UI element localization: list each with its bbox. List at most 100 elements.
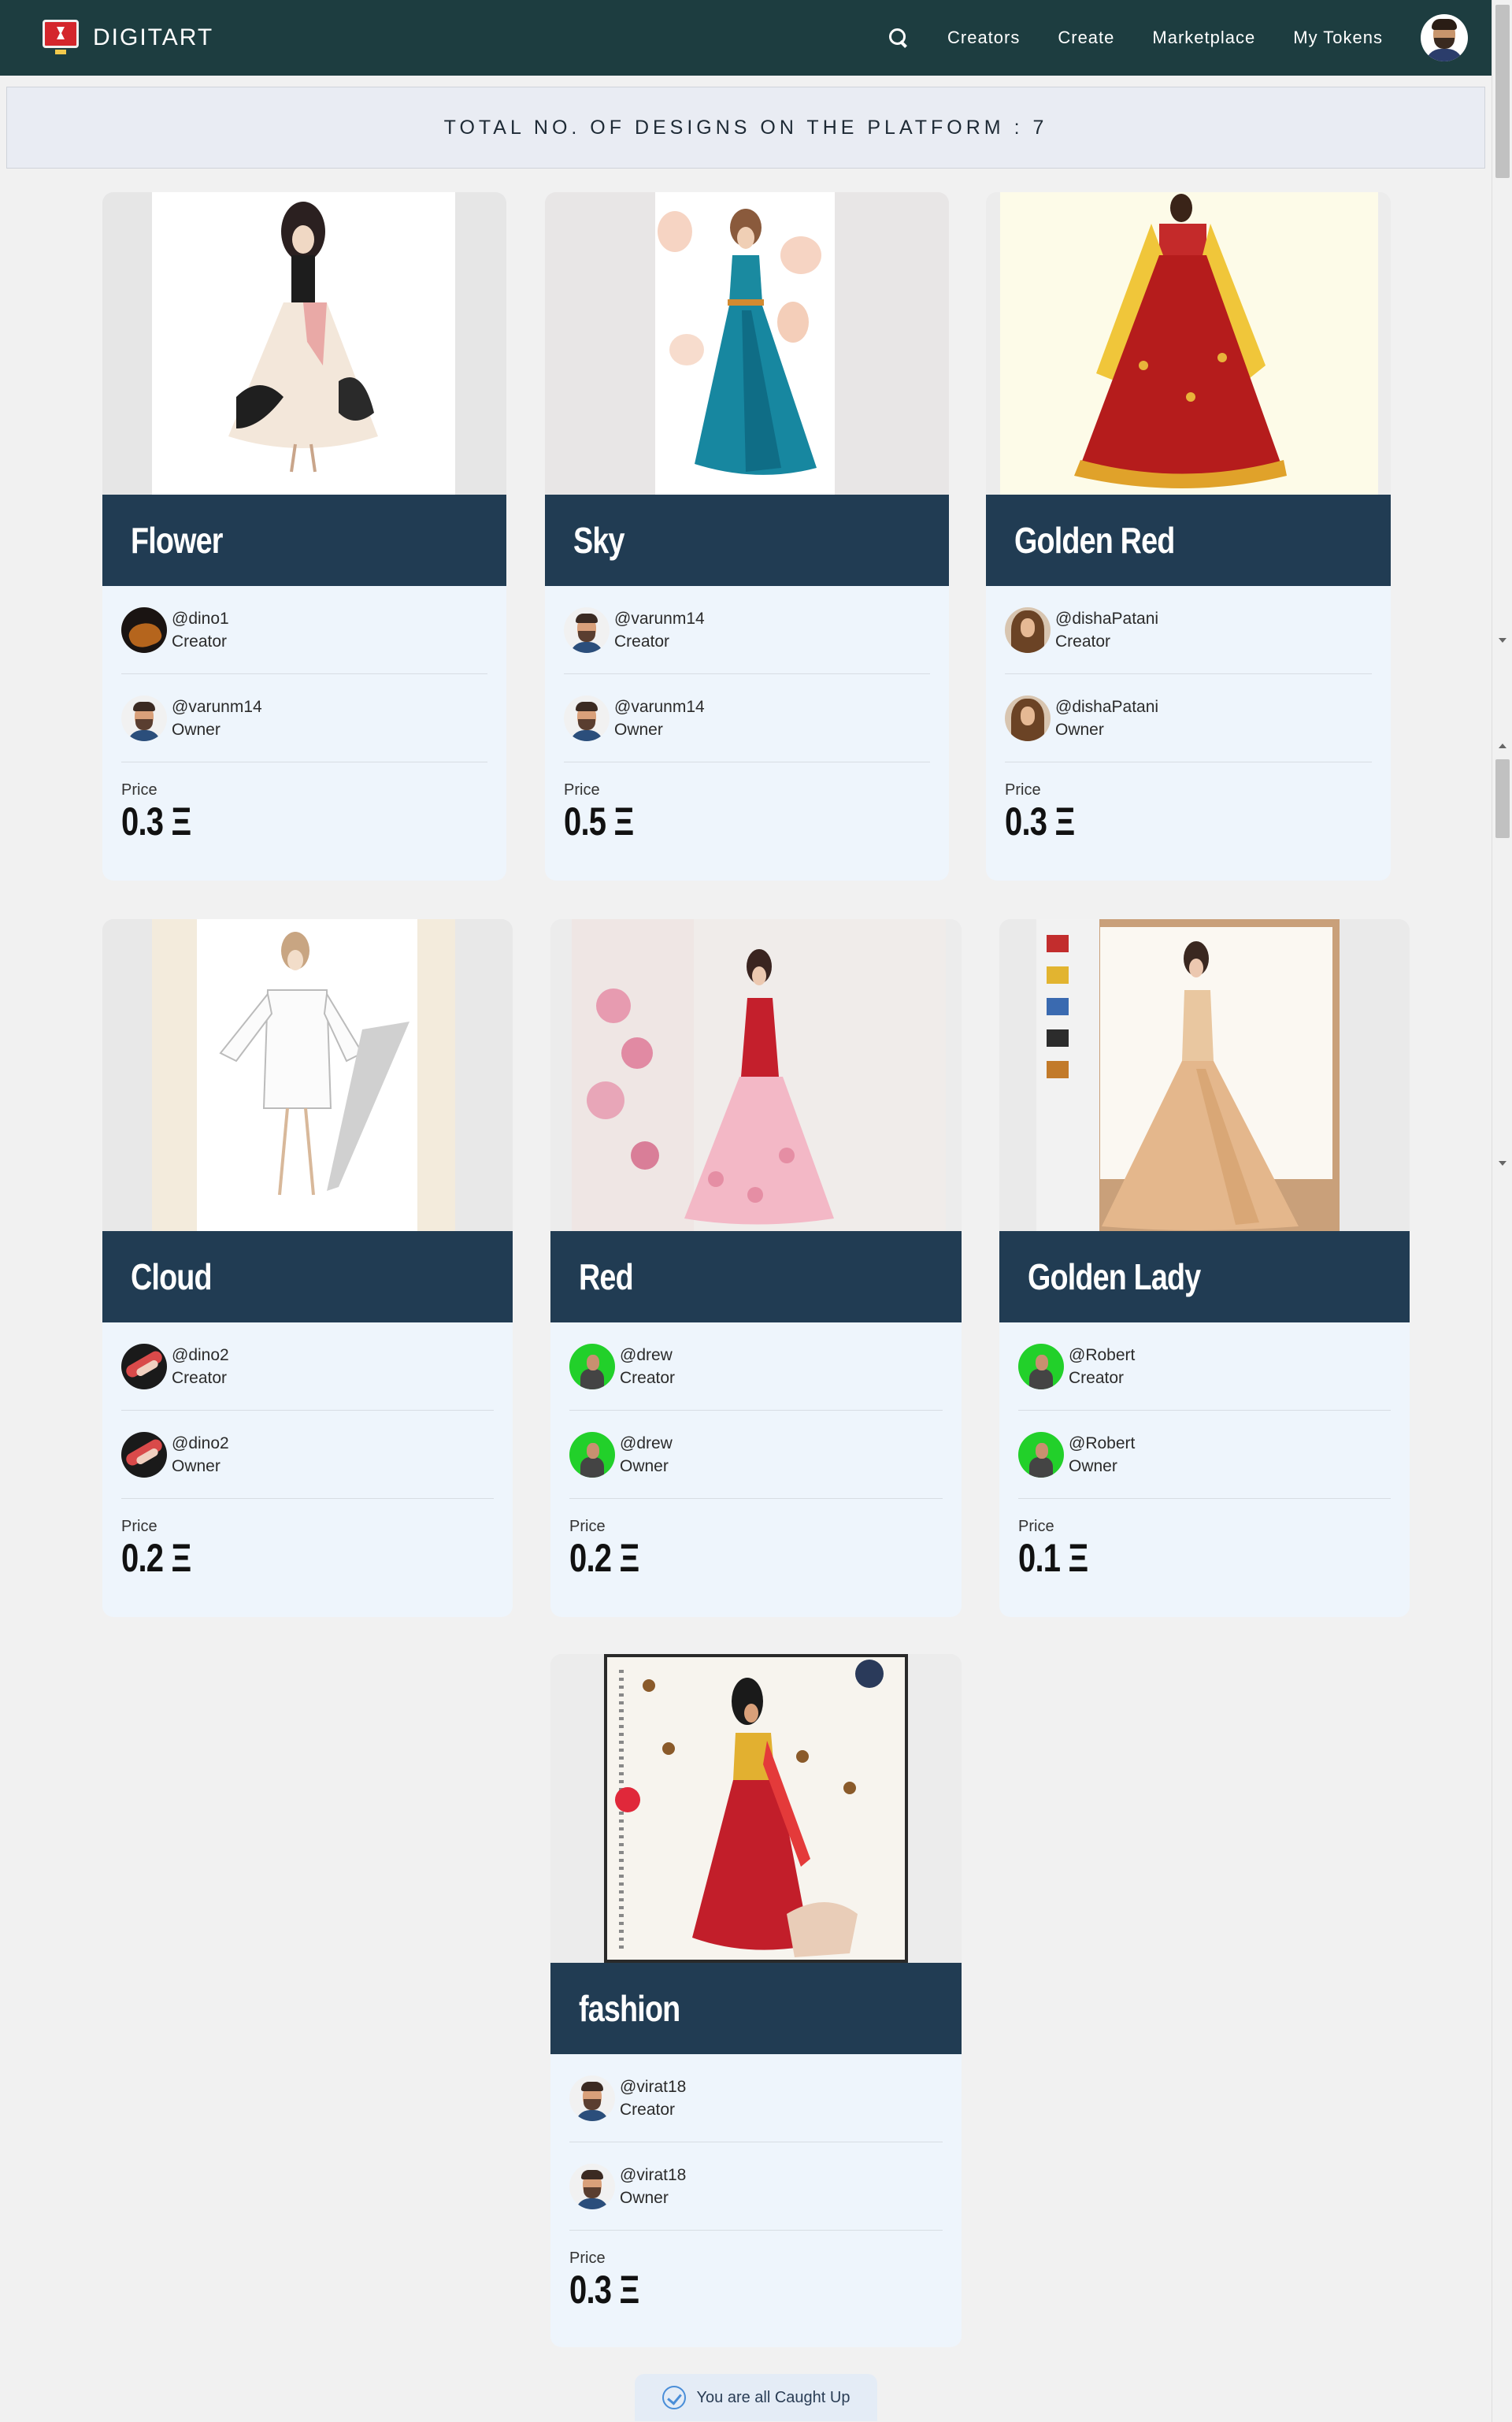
scrollbar-thumb-secondary[interactable] bbox=[1495, 759, 1510, 838]
top-navbar: DIGITART Creators Create Marketplace My … bbox=[0, 0, 1492, 76]
creator-avatar[interactable] bbox=[564, 606, 610, 653]
owner-handle[interactable]: @drew bbox=[620, 1432, 673, 1456]
creator-avatar[interactable] bbox=[121, 1343, 167, 1389]
creator-row[interactable]: @virat18 Creator bbox=[569, 2054, 943, 2142]
scroll-up-arrow-icon[interactable] bbox=[1499, 744, 1506, 748]
search-icon[interactable] bbox=[884, 24, 913, 52]
owner-handle[interactable]: @dishaPatani bbox=[1055, 695, 1158, 719]
creator-role-label: Creator bbox=[1069, 1368, 1125, 1387]
card-title-bar: Golden Lady bbox=[999, 1231, 1410, 1322]
caught-up-text: You are all Caught Up bbox=[696, 2388, 850, 2406]
design-card[interactable]: fashion @virat18 Creator @virat18 Owner … bbox=[550, 1654, 962, 2347]
creator-avatar[interactable] bbox=[569, 2075, 615, 2121]
creator-role-label: Creator bbox=[172, 632, 228, 651]
price-label: Price bbox=[1018, 1518, 1054, 1535]
price-label: Price bbox=[564, 781, 600, 799]
creator-handle[interactable]: @Robert bbox=[1069, 1344, 1135, 1367]
price-value: 0.3 Ξ bbox=[1005, 799, 1075, 844]
scrollbar-thumb[interactable] bbox=[1495, 5, 1510, 178]
owner-avatar[interactable] bbox=[1018, 1431, 1064, 1478]
owner-avatar[interactable] bbox=[1005, 695, 1051, 741]
creator-row[interactable]: @varunm14 Creator bbox=[564, 586, 930, 674]
card-title-bar: Sky bbox=[545, 495, 949, 586]
creator-handle[interactable]: @virat18 bbox=[620, 2075, 686, 2099]
owner-handle[interactable]: @Robert bbox=[1069, 1432, 1135, 1456]
price-label: Price bbox=[121, 1518, 158, 1535]
nav-link-my-tokens[interactable]: My Tokens bbox=[1293, 28, 1383, 48]
owner-avatar[interactable] bbox=[121, 1431, 167, 1478]
design-card[interactable]: Red @drew Creator @drew Owner Price 0.2 … bbox=[550, 919, 962, 1617]
creator-avatar[interactable] bbox=[569, 1343, 615, 1389]
owner-avatar[interactable] bbox=[569, 1431, 615, 1478]
creator-avatar[interactable] bbox=[1005, 606, 1051, 653]
creator-row[interactable]: @drew Creator bbox=[569, 1322, 943, 1411]
price-value: 0.1 Ξ bbox=[1018, 1536, 1088, 1580]
creator-handle[interactable]: @dino1 bbox=[172, 607, 229, 631]
design-card[interactable]: Golden Red @dishaPatani Creator @dishaPa… bbox=[986, 192, 1391, 881]
creator-row[interactable]: @dishaPatani Creator bbox=[1005, 586, 1372, 674]
creator-row[interactable]: @dino1 Creator bbox=[121, 586, 487, 674]
design-card[interactable]: Cloud @dino2 Creator @dino2 Owner Price … bbox=[102, 919, 513, 1617]
creator-row[interactable]: @Robert Creator bbox=[1018, 1322, 1391, 1411]
design-image[interactable] bbox=[545, 192, 949, 495]
creator-row[interactable]: @dino2 Creator bbox=[121, 1322, 494, 1411]
price-value: 0.3 Ξ bbox=[121, 799, 191, 844]
owner-handle[interactable]: @dino2 bbox=[172, 1432, 229, 1456]
owner-avatar[interactable] bbox=[564, 695, 610, 741]
card-title: Golden Red bbox=[1014, 520, 1175, 561]
price-value: 0.3 Ξ bbox=[569, 2268, 639, 2312]
creator-role-label: Creator bbox=[620, 1368, 676, 1387]
user-avatar[interactable] bbox=[1421, 14, 1468, 61]
owner-role-label: Owner bbox=[1069, 1456, 1117, 1475]
brand[interactable]: DIGITART bbox=[41, 20, 213, 56]
owner-role-label: Owner bbox=[172, 720, 220, 739]
owner-handle[interactable]: @varunm14 bbox=[614, 695, 705, 719]
owner-row[interactable]: @virat18 Owner bbox=[569, 2142, 943, 2231]
design-image[interactable] bbox=[102, 919, 513, 1231]
scroll-down-arrow-icon[interactable] bbox=[1499, 1161, 1506, 1166]
scroll-down-arrow-icon[interactable] bbox=[1499, 638, 1506, 643]
owner-row[interactable]: @varunm14 Owner bbox=[564, 674, 930, 762]
owner-role-label: Owner bbox=[620, 2188, 669, 2207]
price-label: Price bbox=[121, 781, 158, 799]
design-image[interactable] bbox=[550, 919, 962, 1231]
creator-role-label: Creator bbox=[172, 1368, 228, 1387]
price-value: 0.2 Ξ bbox=[121, 1536, 191, 1580]
design-card[interactable]: Golden Lady @Robert Creator @Robert Owne… bbox=[999, 919, 1410, 1617]
creator-role-label: Creator bbox=[614, 632, 670, 651]
price-value: 0.2 Ξ bbox=[569, 1536, 639, 1580]
owner-avatar[interactable] bbox=[121, 695, 167, 741]
creator-handle[interactable]: @drew bbox=[620, 1344, 675, 1367]
creator-handle[interactable]: @varunm14 bbox=[614, 607, 705, 631]
price-value: 0.5 Ξ bbox=[564, 799, 634, 844]
total-designs-text: TOTAL NO. OF DESIGNS ON THE PLATFORM : 7 bbox=[443, 116, 1048, 139]
design-image[interactable] bbox=[102, 192, 506, 495]
owner-avatar[interactable] bbox=[569, 2163, 615, 2209]
owner-row[interactable]: @varunm14 Owner bbox=[121, 674, 487, 762]
creator-avatar[interactable] bbox=[121, 606, 167, 653]
owner-role-label: Owner bbox=[1055, 720, 1104, 739]
design-card[interactable]: Sky @varunm14 Creator @varunm14 Owner Pr… bbox=[545, 192, 949, 881]
owner-handle[interactable]: @virat18 bbox=[620, 2164, 686, 2187]
creator-role-label: Creator bbox=[620, 2100, 676, 2119]
nav-link-create[interactable]: Create bbox=[1058, 28, 1114, 48]
owner-row[interactable]: @Robert Owner bbox=[1018, 1411, 1391, 1499]
nav-link-marketplace[interactable]: Marketplace bbox=[1152, 28, 1255, 48]
design-image[interactable] bbox=[550, 1654, 962, 1963]
owner-handle[interactable]: @varunm14 bbox=[172, 695, 262, 719]
card-title: fashion bbox=[579, 1988, 680, 2029]
card-title-bar: Cloud bbox=[102, 1231, 513, 1322]
owner-row[interactable]: @dino2 Owner bbox=[121, 1411, 494, 1499]
creator-avatar[interactable] bbox=[1018, 1343, 1064, 1389]
creator-handle[interactable]: @dishaPatani bbox=[1055, 607, 1158, 631]
owner-row[interactable]: @dishaPatani Owner bbox=[1005, 674, 1372, 762]
design-card[interactable]: Flower @dino1 Creator @varunm14 Owner Pr… bbox=[102, 192, 506, 881]
page-scrollbar[interactable] bbox=[1492, 0, 1512, 2422]
card-title-bar: Flower bbox=[102, 495, 506, 586]
owner-row[interactable]: @drew Owner bbox=[569, 1411, 943, 1499]
design-image[interactable] bbox=[999, 919, 1410, 1231]
design-image[interactable] bbox=[986, 192, 1391, 495]
card-title: Sky bbox=[573, 520, 624, 561]
nav-link-creators[interactable]: Creators bbox=[947, 28, 1020, 48]
creator-handle[interactable]: @dino2 bbox=[172, 1344, 229, 1367]
